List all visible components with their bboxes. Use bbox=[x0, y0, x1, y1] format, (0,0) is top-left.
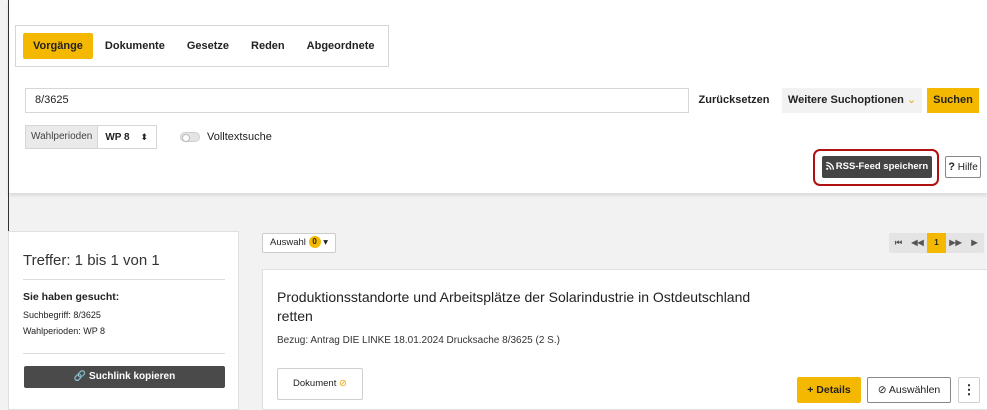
search-button[interactable]: Suchen bbox=[927, 88, 979, 113]
divider bbox=[23, 279, 225, 280]
search-input[interactable]: 8/3625 bbox=[25, 88, 689, 113]
category-tabs: Vorgänge Dokumente Gesetze Reden Abgeord… bbox=[15, 25, 389, 67]
rss-feed-button[interactable]: RSS-Feed speichern bbox=[822, 156, 932, 178]
volltext-label: Volltextsuche bbox=[207, 131, 272, 143]
divider bbox=[23, 353, 225, 354]
reset-button[interactable]: Zurücksetzen bbox=[690, 88, 778, 113]
select-arrows-icon: ⬍ bbox=[140, 131, 148, 142]
chevron-down-icon: ⌄ bbox=[906, 94, 917, 106]
tab-reden[interactable]: Reden bbox=[241, 33, 295, 59]
wahlperioden-value: WP 8 bbox=[105, 131, 130, 143]
pager-current-page[interactable]: 1 bbox=[927, 233, 946, 253]
pager-next-button[interactable]: ▶▶ bbox=[946, 233, 965, 253]
link-icon: 🔗 bbox=[73, 371, 87, 382]
pagination: ⏮ ◀◀ 1 ▶▶ ▶ bbox=[889, 233, 984, 253]
tab-gesetze[interactable]: Gesetze bbox=[177, 33, 239, 59]
rss-icon bbox=[825, 161, 834, 170]
more-options-label: Weitere Suchoptionen bbox=[787, 94, 904, 106]
pager-last-button[interactable]: ▶ bbox=[965, 233, 984, 253]
help-button[interactable]: ? Hilfe bbox=[945, 156, 981, 178]
pager-prev-button[interactable]: ◀◀ bbox=[908, 233, 927, 253]
kebab-icon[interactable]: ⋮ bbox=[958, 377, 980, 403]
more-options-button[interactable]: Weitere Suchoptionen ⌄ bbox=[782, 88, 922, 113]
toggle-knob bbox=[182, 134, 190, 142]
wahlperioden-select[interactable]: Wahlperioden WP 8 ⬍ bbox=[25, 125, 157, 149]
select-button[interactable]: ⊘ Auswählen bbox=[867, 377, 951, 403]
wahlperioden-label: Wahlperioden bbox=[26, 126, 99, 148]
paperclip-icon: ⊘ bbox=[338, 378, 347, 389]
pager-first-button[interactable]: ⏮ bbox=[889, 233, 908, 253]
tab-abgeordnete[interactable]: Abgeordnete bbox=[297, 33, 385, 59]
auswahl-dropdown[interactable]: Auswahl 0 ▾ bbox=[262, 233, 336, 253]
chevron-down-icon: ▾ bbox=[323, 237, 328, 248]
hits-count: Treffer: 1 bis 1 von 1 bbox=[23, 252, 160, 269]
help-label: Hilfe bbox=[957, 162, 978, 173]
volltext-toggle[interactable] bbox=[180, 132, 200, 142]
document-label: Dokument bbox=[293, 378, 337, 389]
searched-periods: Wahlperioden: WP 8 bbox=[23, 326, 106, 336]
result-reference: Bezug: Antrag DIE LINKE 18.01.2024 Druck… bbox=[277, 335, 560, 346]
select-label: Auswählen bbox=[888, 384, 941, 396]
details-button[interactable]: + Details bbox=[797, 377, 861, 403]
tab-dokumente[interactable]: Dokumente bbox=[95, 33, 175, 59]
help-icon: ? bbox=[948, 161, 955, 173]
copy-search-link-button[interactable]: 🔗 Suchlink kopieren bbox=[24, 366, 225, 388]
document-button[interactable]: Dokument ⊘ bbox=[277, 368, 363, 400]
searched-term: Suchbegriff: 8/3625 bbox=[23, 310, 101, 320]
result-title[interactable]: Produktionsstandorte und Arbeitsplätze d… bbox=[277, 288, 767, 326]
tab-vorgaenge[interactable]: Vorgänge bbox=[23, 33, 93, 59]
searched-title: Sie haben gesucht: bbox=[23, 291, 120, 303]
copy-link-label: Suchlink kopieren bbox=[89, 371, 176, 382]
check-circle-icon: ⊘ bbox=[877, 384, 887, 396]
auswahl-count-badge: 0 bbox=[308, 236, 321, 249]
auswahl-label: Auswahl bbox=[270, 237, 306, 248]
result-card: Produktionsstandorte und Arbeitsplätze d… bbox=[262, 269, 987, 410]
rss-label: RSS-Feed speichern bbox=[835, 161, 929, 172]
results-sidebar: Treffer: 1 bis 1 von 1 Sie haben gesucht… bbox=[8, 231, 239, 410]
